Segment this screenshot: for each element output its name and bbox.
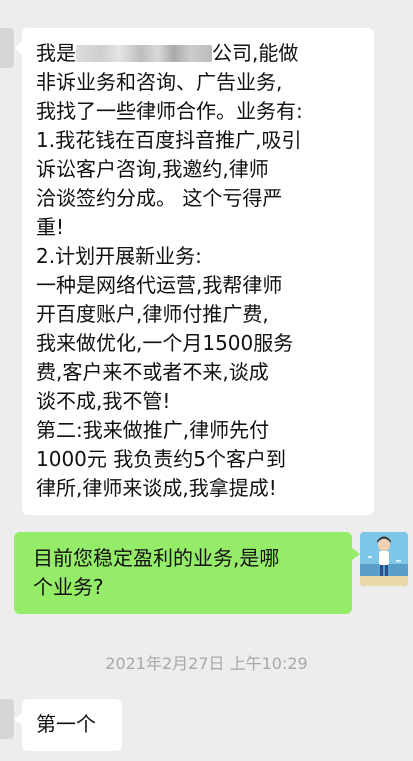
message-line: 我找了一些律师合作。业务有: [36, 99, 303, 123]
message-line: 重! [36, 215, 65, 239]
message-timestamp: 2021年2月27日 上午10:29 [105, 654, 308, 673]
message-line: 1000元 我负责约5个客户到 [36, 447, 286, 471]
message-line: 谈不成,我不管! [36, 389, 171, 413]
message-line: 开百度账户,律师付推广费, [36, 302, 269, 326]
message-line: 个业务? [33, 575, 104, 599]
message-bubble-incoming[interactable]: 第一个 [14, 699, 122, 751]
redacted-company-name [76, 45, 212, 62]
message-bubble-incoming[interactable]: 我是 公司,能做 非诉业务和咨询、广告业务, 我找了一些律师合作。业务有: 1.我… [14, 28, 374, 515]
message-line: 费,客户来不或者不来,谈成 [36, 360, 269, 384]
message-line: 我是 公司,能做 [36, 39, 364, 68]
message-line: 一种是网络代运营,我帮律师 [36, 273, 283, 297]
message-line: 洽谈签约分成。 这个亏得严 [36, 186, 283, 210]
message-line: 2.计划开展新业务: [36, 244, 202, 268]
contact-avatar[interactable] [0, 28, 14, 68]
message-bubble-outgoing[interactable]: 目前您稳定盈利的业务,是哪 个业务? [14, 532, 360, 614]
message-line: 第二:我来做推广,律师先付 [36, 418, 270, 442]
message-line: 律所,律师来谈成,我拿提成! [36, 476, 277, 500]
message-line: 第一个 [36, 712, 96, 736]
message-line: 我来做优化,一个月1500服务 [36, 331, 294, 355]
my-avatar[interactable] [360, 532, 408, 586]
message-text-suffix: 公司,能做 [212, 41, 299, 65]
message-line: 目前您稳定盈利的业务,是哪 [33, 546, 280, 570]
message-text-prefix: 我是 [36, 41, 76, 65]
message-line: 1.我花钱在百度抖音推广,吸引 [36, 128, 302, 152]
message-line: 诉讼客户咨询,我邀约,律师 [36, 157, 269, 181]
message-line: 非诉业务和咨询、广告业务, [36, 70, 283, 94]
avatar-illustration [360, 532, 408, 586]
contact-avatar[interactable] [0, 699, 14, 739]
